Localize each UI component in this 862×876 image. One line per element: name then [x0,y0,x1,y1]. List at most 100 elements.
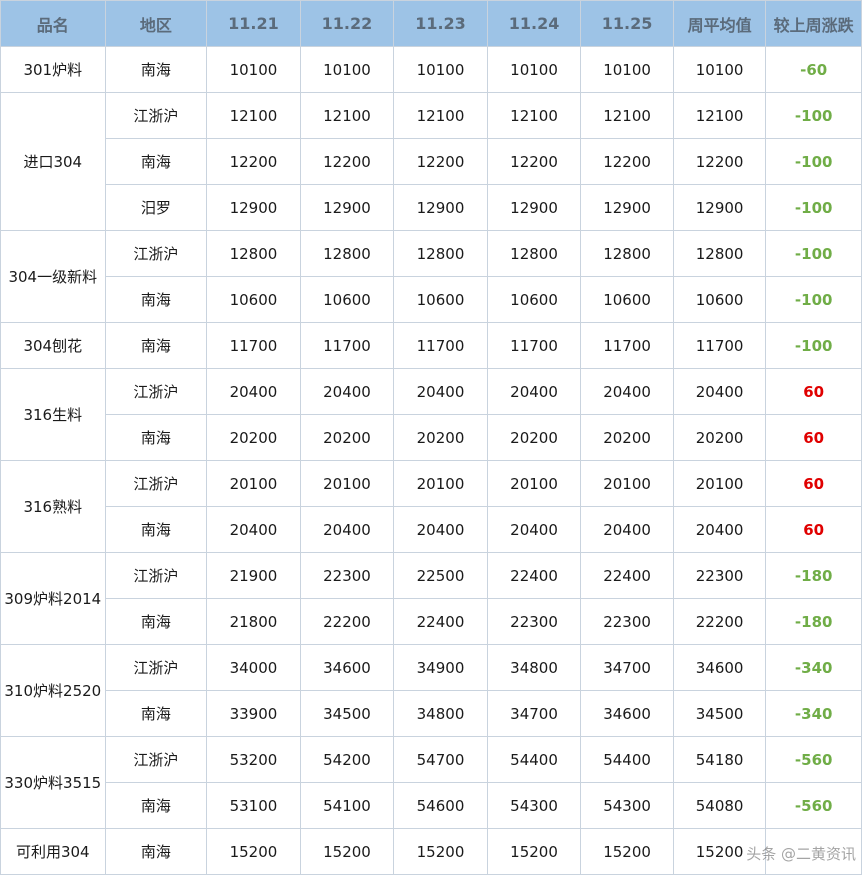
col-date-4-header: 11.24 [486,0,582,47]
product-name-cell: 316熟料 [0,460,106,553]
weekly-avg-cell: 10100 [672,46,767,93]
price-cell: 10600 [580,276,674,323]
price-cell: 22500 [393,552,488,599]
price-cell: 54600 [393,782,488,829]
region-cell: 江浙沪 [104,92,208,139]
price-cell: 12100 [486,92,582,139]
col-date-3-header: 11.23 [393,0,488,47]
product-name-cell: 330炉料3515 [0,736,106,829]
table-row: 309炉料2014 江浙沪 21900 22300 22500 22400 22400 223… [0,552,862,645]
table-row: 南海 53100 54100 54600 54300 54300 54080 -560 [1,782,862,829]
weekly-avg-cell: 12900 [672,184,767,231]
price-cell: 11700 [486,322,582,369]
price-cell: 10100 [486,46,582,93]
weekly-change-cell: -340 [765,690,862,737]
price-cell: 20200 [299,414,395,461]
weekly-avg-cell: 54180 [672,736,767,783]
weekly-change-cell: -560 [765,736,862,783]
price-cell: 54700 [393,736,488,783]
price-cell: 20100 [580,460,674,507]
region-cell: 南海 [104,598,208,645]
price-cell: 11700 [299,322,395,369]
price-cell: 22400 [580,552,674,599]
weekly-change-cell: -560 [765,782,862,829]
region-cell: 南海 [104,690,208,737]
product-name-cell: 304一级新料 [0,230,106,323]
price-cell: 15200 [299,828,395,875]
price-cell: 20200 [206,414,301,461]
weekly-change-cell: 60 [765,506,862,553]
region-cell: 江浙沪 [104,460,208,507]
price-cell: 22400 [486,552,582,599]
price-cell: 21800 [206,598,301,645]
price-cell: 22400 [393,598,488,645]
price-cell: 10100 [299,46,395,93]
table-row: 南海 12200 12200 12200 12200 12200 12200 -100 [1,138,862,185]
price-cell: 54300 [486,782,582,829]
price-cell: 20400 [486,368,582,415]
region-cell: 汨罗 [104,184,208,231]
price-cell: 10100 [206,46,301,93]
price-cell: 10600 [206,276,301,323]
price-cell: 53100 [206,782,301,829]
price-cell: 12900 [299,184,395,231]
weekly-avg-cell: 20100 [672,460,767,507]
weekly-avg-cell: 15200 [672,828,767,875]
weekly-change-cell: -100 [765,92,862,139]
region-cell: 南海 [104,322,208,369]
weekly-avg-cell: 12800 [672,230,767,277]
price-cell: 10600 [393,276,488,323]
weekly-avg-cell: 22300 [672,552,767,599]
table-row: 汨罗 12900 12900 12900 12900 12900 12900 -100 [1,184,862,231]
price-cell: 54400 [580,736,674,783]
price-cell: 54100 [299,782,395,829]
weekly-avg-cell: 11700 [672,322,767,369]
table-row: 可利用304 南海 15200 15200 15200 15200 15200 15200 [0,828,862,875]
product-name-cell: 304刨花 [0,322,106,369]
region-cell: 南海 [104,46,208,93]
col-region-header: 地区 [104,0,208,47]
weekly-avg-cell: 54080 [672,782,767,829]
weekly-avg-cell: 12100 [672,92,767,139]
price-cell: 33900 [206,690,301,737]
price-cell: 15200 [206,828,301,875]
region-cell: 江浙沪 [104,230,208,277]
price-cell: 20100 [206,460,301,507]
price-cell: 34800 [393,690,488,737]
price-cell: 34700 [580,644,674,691]
price-cell: 12200 [299,138,395,185]
price-cell: 10600 [299,276,395,323]
weekly-change-cell: 60 [765,368,862,415]
price-cell: 22300 [299,552,395,599]
table-row: 进口304 江浙沪 12100 12100 12100 12100 12100 12100 -1… [0,92,862,231]
header-row: 品名 地区 11.21 11.22 11.23 11.24 11.25 周平均值 较上周涨跌 [0,0,862,47]
weekly-change-cell: -180 [765,552,862,599]
price-cell: 20400 [580,368,674,415]
region-cell: 南海 [104,506,208,553]
table-row: 330炉料3515 江浙沪 53200 54200 54700 54400 54400 541… [0,736,862,829]
price-cell: 12900 [393,184,488,231]
weekly-change-cell: 60 [765,414,862,461]
region-cell: 江浙沪 [104,736,208,783]
price-cell: 54400 [486,736,582,783]
price-cell: 20400 [580,506,674,553]
price-cell: 20200 [580,414,674,461]
price-cell: 34000 [206,644,301,691]
price-cell: 12800 [206,230,301,277]
table-row: 316熟料 江浙沪 20100 20100 20100 20100 20100 20100 60 [0,460,862,553]
price-cell: 10100 [393,46,488,93]
table-row: 310炉料2520 江浙沪 34000 34600 34900 34800 34700 346… [0,644,862,737]
table-row: 南海 20400 20400 20400 20400 20400 20400 60 [1,506,862,553]
price-cell: 12900 [206,184,301,231]
table-row: 304一级新料 江浙沪 12800 12800 12800 12800 12800 12800… [0,230,862,323]
price-cell: 54200 [299,736,395,783]
table-body: 301炉料 南海 10100 10100 10100 10100 10100 10100 -60… [0,46,862,875]
price-cell: 12100 [299,92,395,139]
price-cell: 12800 [486,230,582,277]
price-cell: 15200 [580,828,674,875]
product-name-cell: 进口304 [0,92,106,231]
region-cell: 南海 [104,782,208,829]
weekly-change-cell: 60 [765,460,862,507]
price-cell: 20100 [486,460,582,507]
price-cell: 20200 [486,414,582,461]
